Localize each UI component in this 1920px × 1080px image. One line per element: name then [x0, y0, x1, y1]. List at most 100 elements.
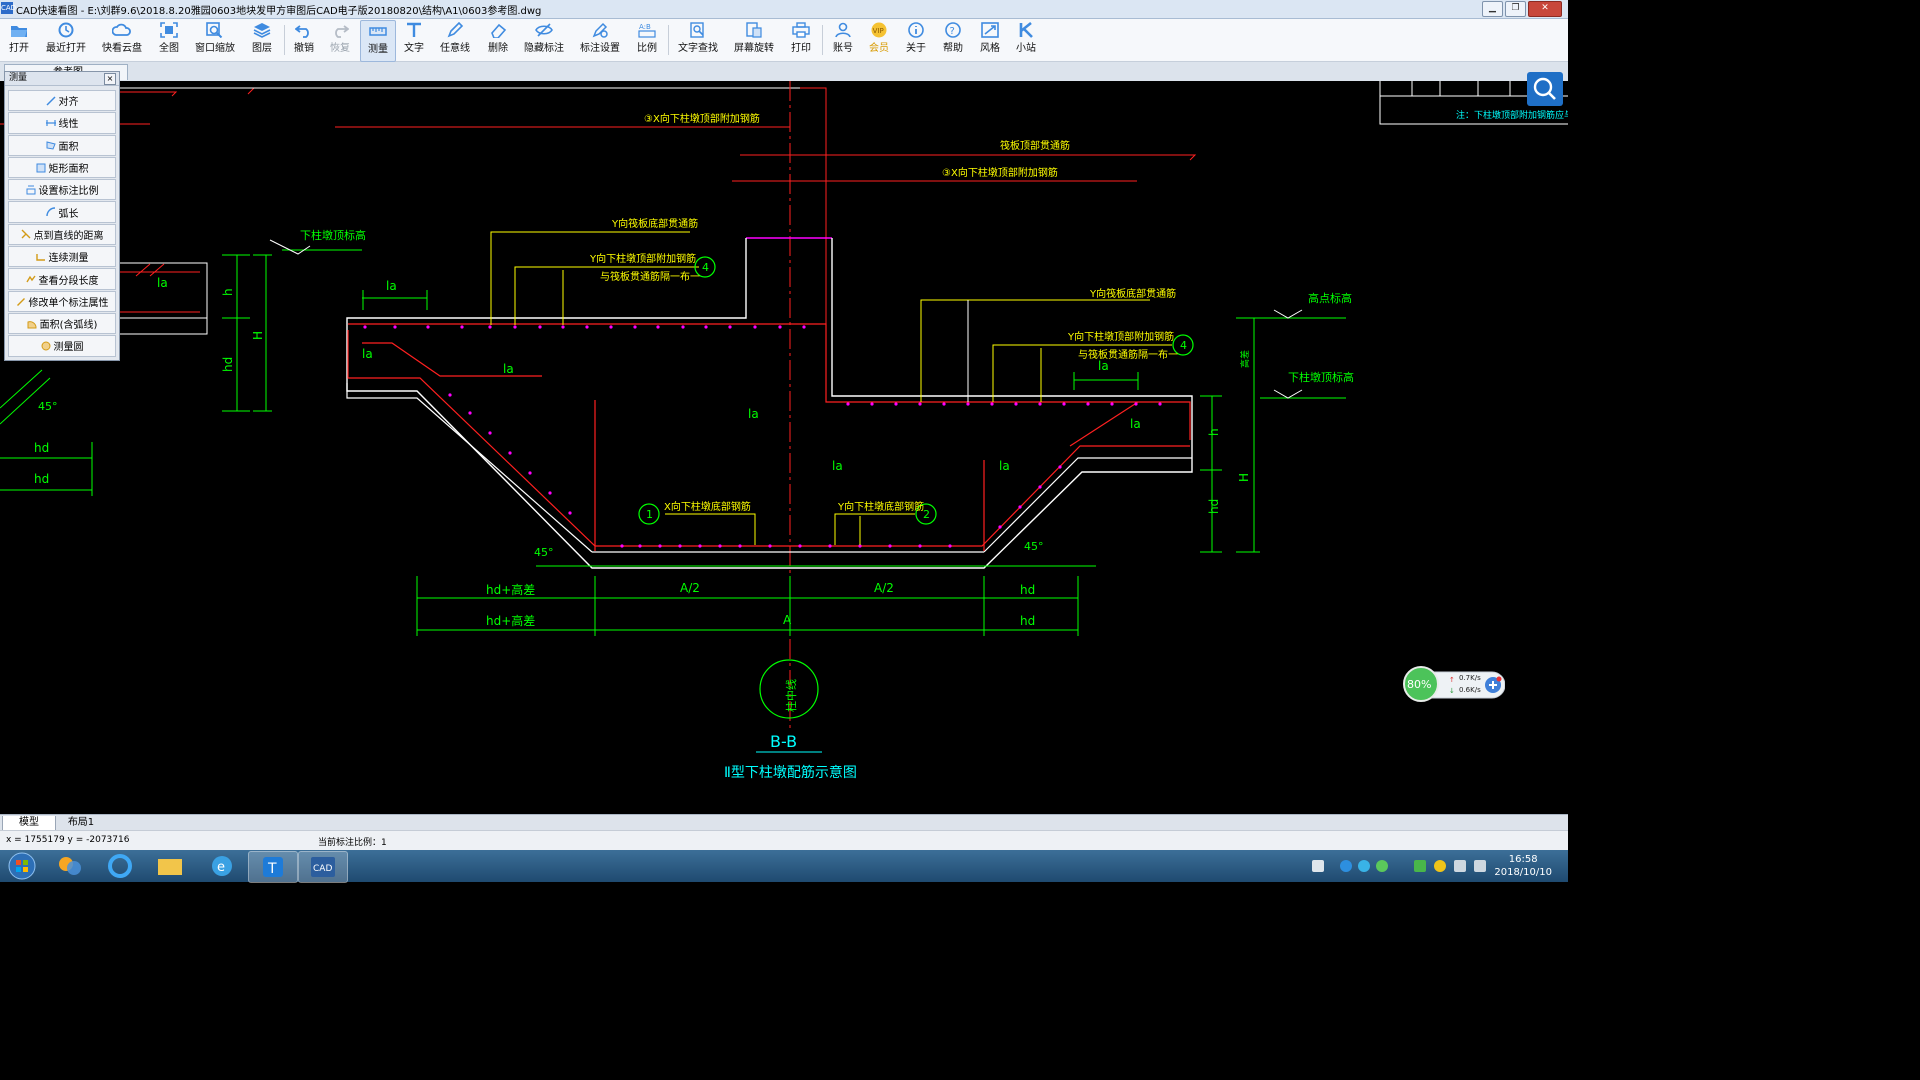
arc-length-button[interactable]: 弧长 [8, 201, 116, 223]
site-label: 小站 [1016, 43, 1036, 54]
open-label: 打开 [9, 43, 29, 54]
layers-button[interactable]: 图层 [248, 20, 276, 60]
arc-area-button[interactable]: 面积(含弧线) [8, 312, 116, 335]
zoom-window-button[interactable]: 窗口缩放 [193, 20, 237, 60]
multicolor-app-icon [59, 857, 81, 875]
segment-length-button[interactable]: 查看分段长度 [8, 268, 116, 290]
svg-text:e: e [217, 860, 225, 875]
help-icon: ? [945, 22, 961, 38]
circle-measure-button[interactable]: 测量圆 [8, 335, 116, 357]
align-measure-button[interactable]: 对齐 [8, 90, 116, 112]
label-H-left: H [251, 331, 265, 340]
label-dim-a-half-2: A/2 [874, 581, 894, 595]
area-button[interactable]: 面积 [8, 134, 116, 156]
taskbar-app-t[interactable]: T [248, 851, 298, 883]
fit-all-button[interactable]: 全图 [156, 20, 182, 60]
net-percent: 80% [1407, 678, 1432, 691]
taskbar-app-cad[interactable]: CAD [298, 851, 348, 883]
label-raft-top-rebar: 筏板顶部贯通筋 [1000, 139, 1070, 152]
print-button[interactable]: 打印 [787, 20, 815, 60]
align-measure-label: 对齐 [58, 97, 79, 109]
label-same-as-raft-right: 与筏板贯通筋隔一布一 [1078, 348, 1178, 361]
tray-q-icon[interactable] [1340, 860, 1352, 872]
tray-network-icon[interactable] [1454, 860, 1466, 872]
taskbar-clock[interactable]: 16:58 2018/10/10 [1494, 853, 1552, 879]
label-x-col-bottom: X向下柱墩底部钢筋 [664, 500, 751, 513]
tray-volume-icon[interactable] [1474, 860, 1486, 872]
site-button[interactable]: 小站 [1012, 20, 1040, 60]
label-h-left: h [221, 288, 235, 296]
taskbar-app-1[interactable] [46, 851, 94, 881]
maximize-icon[interactable]: ❐ [1505, 1, 1526, 17]
label-dim-hd-plus-diff-1: hd+高差 [486, 582, 535, 597]
tab-layout1[interactable]: 布局1 [56, 816, 106, 830]
start-button[interactable] [4, 851, 40, 881]
account-button[interactable]: 账号 [829, 20, 857, 60]
style-button[interactable]: 风格 [976, 20, 1004, 60]
clock-time: 16:58 [1508, 854, 1538, 865]
taskbar-app-ie[interactable]: e [198, 851, 246, 881]
svg-text:VIP: VIP [873, 27, 884, 35]
label-la-7: la [832, 459, 843, 473]
annotation-scale-button[interactable]: 设置标注比例 [8, 179, 116, 201]
recent-label: 最近打开 [46, 43, 86, 54]
open-button[interactable]: 打开 [4, 20, 34, 60]
hide-annotation-button[interactable]: 隐藏标注 [522, 20, 566, 60]
linear-measure-icon [45, 119, 56, 126]
text-search-button[interactable]: 文字查找 [676, 20, 720, 60]
rect-area-button[interactable]: 矩形面积 [8, 156, 116, 179]
undo-button[interactable]: 撤销 [290, 20, 318, 60]
search-button[interactable] [1527, 72, 1563, 106]
edit-annotation-button[interactable]: 修改单个标注属性 [8, 290, 116, 312]
freeline-button[interactable]: 任意线 [438, 20, 472, 60]
minimize-icon[interactable]: ▁ [1482, 1, 1503, 17]
close-icon[interactable]: × [104, 73, 116, 85]
taskbar-app-explorer[interactable] [146, 851, 194, 881]
label-la-9: la [157, 276, 168, 290]
label-y-col-top-add-right: Y向下柱墩顶部附加钢筋 [1067, 330, 1174, 343]
label-angle-far-left: 45° [38, 400, 58, 413]
area-label: 面积 [58, 141, 79, 153]
linear-measure-button[interactable]: 线性 [8, 112, 116, 134]
text-label: 文字 [404, 43, 424, 54]
tray-shield-icon[interactable] [1414, 860, 1426, 872]
account-icon [835, 22, 851, 38]
rotate-button[interactable]: 屏幕旋转 [732, 20, 776, 60]
label-dim-a: A [783, 613, 792, 627]
annotation-settings-button[interactable]: 标注设置 [578, 20, 622, 60]
t-app-icon: T [263, 857, 283, 877]
tray-keyboard-icon[interactable] [1312, 860, 1324, 872]
site-icon [1019, 22, 1033, 38]
point-line-distance-button[interactable]: 点到直线的距离 [8, 223, 116, 246]
history-icon [58, 22, 74, 38]
label-hd-left-2: hd [34, 472, 49, 486]
taskbar-app-2[interactable] [96, 851, 144, 881]
delete-button[interactable]: 删除 [484, 20, 512, 60]
fit-all-icon [160, 22, 178, 38]
label-high-point-elev: 高点标高 [1308, 291, 1352, 305]
label-hd-vert-right: hd [1207, 499, 1221, 514]
cloud-button[interactable]: 快看云盘 [100, 20, 144, 60]
drawing-canvas[interactable]: ③X向下柱墩顶部附加钢筋 筏板顶部贯通筋 ③X向下柱墩顶部附加钢筋 Y向筏板底部… [0, 81, 1568, 814]
app-logo-icon: CAD [1, 2, 17, 14]
vip-icon: VIP [871, 22, 887, 38]
network-speed-widget[interactable]: ↑ ↓ 80% 0.7K/s 0.6K/s [1403, 666, 1505, 702]
vip-button[interactable]: VIP 会员 [865, 20, 893, 60]
label-la-1: la [386, 279, 397, 293]
tab-model[interactable]: 模型 [2, 816, 56, 831]
tray-e-icon[interactable] [1376, 860, 1388, 872]
about-button[interactable]: 关于 [902, 20, 930, 60]
tray-g-icon[interactable] [1358, 860, 1370, 872]
measure-button[interactable]: 测量 [360, 20, 396, 62]
redo-button[interactable]: 恢复 [326, 20, 354, 60]
clock-date: 2018/10/10 [1494, 867, 1552, 878]
dimension-lines [0, 249, 1346, 636]
close-icon[interactable]: ✕ [1528, 1, 1562, 17]
recent-button[interactable]: 最近打开 [44, 20, 88, 60]
continuous-measure-button[interactable]: 连续测量 [8, 246, 116, 268]
scale-button[interactable]: A:B 比例 [633, 20, 661, 60]
text-button[interactable]: 文字 [400, 20, 428, 60]
tray-plus-icon[interactable] [1434, 860, 1446, 872]
help-button[interactable]: ? 帮助 [939, 20, 967, 60]
label-h-right: h [1207, 428, 1221, 436]
